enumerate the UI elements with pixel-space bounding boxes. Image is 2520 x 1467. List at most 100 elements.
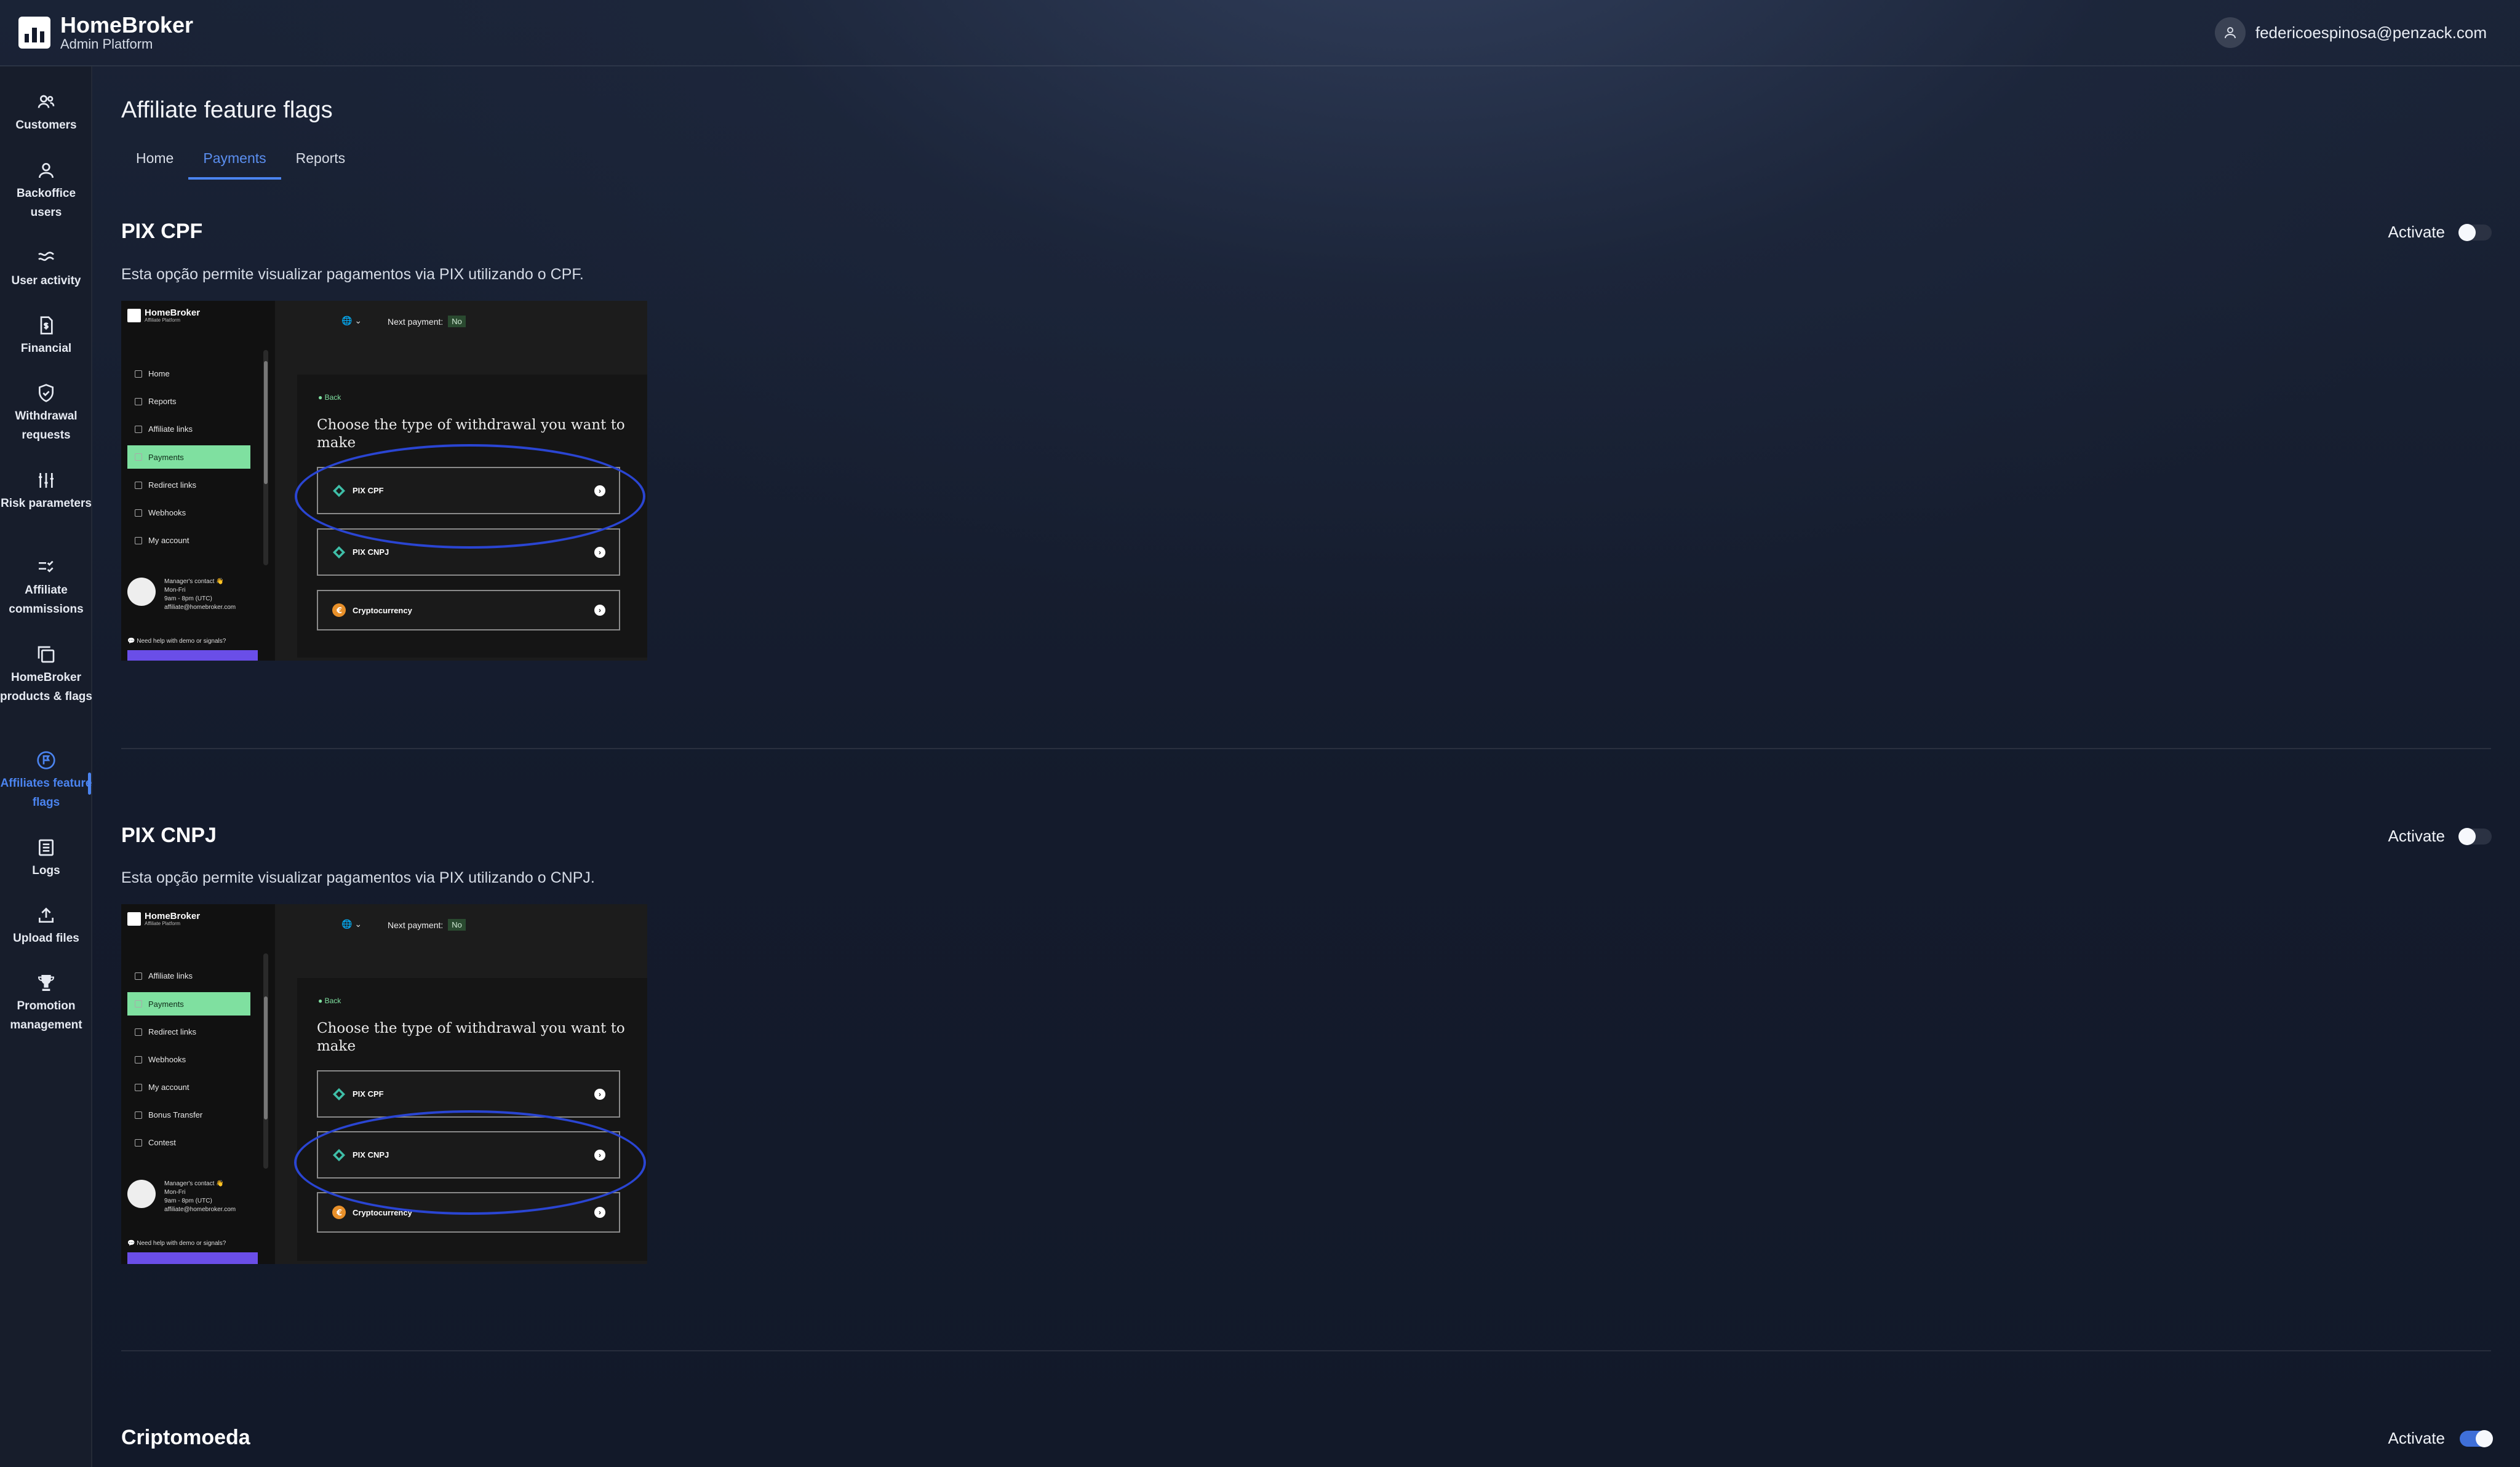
sidebar-item-label: User activity (11, 274, 81, 287)
preview-brand: HomeBroker (145, 911, 201, 921)
activate-label: Activate (2388, 223, 2446, 241)
dollar-document-icon (40, 316, 53, 335)
brand-subtitle: Admin Platform (60, 36, 153, 52)
activate-label: Activate (2388, 1429, 2446, 1447)
sidebar-item-promotion-management[interactable]: Promotion management (0, 973, 92, 1035)
sidebar-item-label: Withdrawal requests (15, 410, 78, 442)
sidebar-item-label: Customers (15, 119, 77, 132)
sidebar-item-affiliates-feature-flags[interactable]: Affiliates feature flags (0, 750, 92, 812)
sidebar-item-label: Affiliate commissions (9, 584, 84, 616)
active-indicator (88, 773, 91, 795)
pix-icon (333, 546, 345, 559)
preview-menu-item: Contest (127, 1129, 250, 1156)
preview-menu-item: My account (127, 527, 250, 554)
sidebar-item-label: Risk parameters (1, 497, 92, 510)
sidebar-item-label: Upload files (13, 932, 79, 945)
preview-image-pix-cpf: HomeBroker Affiliate Platform Home Report… (121, 301, 647, 661)
preview-image-pix-cnpj: HomeBroker Affiliate Platform Affiliate l… (121, 904, 647, 1264)
preview-menu-item: Home (127, 360, 250, 388)
preview-help: 💬 Need help with demo or signals? (127, 1240, 226, 1247)
highlight-ellipse (295, 444, 645, 549)
user-menu[interactable]: federicoespinosa@penzack.com (2214, 17, 2487, 48)
preview-menu-item: Reports (127, 388, 250, 415)
activate-toggle-pix-cnpj[interactable] (2458, 827, 2492, 845)
brand-logo-icon (127, 912, 141, 926)
sidebar: Customers Backoffice users User activity… (0, 66, 92, 1467)
preview-help-button (127, 1252, 258, 1264)
sidebar-item-homebroker-products[interactable]: HomeBroker products & flags (0, 645, 92, 706)
page-title: Affiliate feature flags (121, 97, 333, 123)
section-title-pix-cnpj: PIX CNPJ (121, 824, 217, 847)
preview-menu-item: Affiliate links (127, 415, 250, 443)
section-title-pix-cpf: PIX CPF (121, 220, 203, 243)
brand-logo-icon (127, 309, 141, 322)
brand[interactable]: HomeBroker Admin Platform (18, 14, 193, 52)
section-description: Esta opção permite visualizar pagamentos… (121, 266, 584, 283)
users-icon (38, 95, 55, 108)
sidebar-item-risk-parameters[interactable]: Risk parameters (0, 471, 92, 513)
preview-menu-item: Payments (127, 992, 250, 1016)
activate-label: Activate (2388, 827, 2446, 845)
pix-icon (333, 1087, 345, 1100)
preview-menu-item: Redirect links (127, 471, 250, 499)
tab-reports[interactable]: Reports (281, 141, 361, 180)
preview-menu-item: Webhooks (127, 1046, 250, 1073)
globe-icon: 🌐 ⌄ (341, 919, 362, 929)
preview-menu-item: Redirect links (127, 1018, 250, 1046)
tab-home[interactable]: Home (121, 141, 188, 180)
preview-contact: Manager's contact 👋 Mon-Fri 9am - 8pm (U… (127, 1180, 269, 1214)
highlight-ellipse (294, 1110, 646, 1215)
sidebar-item-label: Financial (20, 342, 72, 355)
preview-help: 💬 Need help with demo or signals? (127, 638, 226, 645)
activity-icon (38, 252, 54, 261)
preview-scrollbar (263, 953, 268, 1169)
activate-toggle-pix-cpf[interactable] (2458, 223, 2492, 241)
sidebar-item-user-activity[interactable]: User activity (0, 248, 92, 290)
preview-option-crypto: € Cryptocurrency › (317, 590, 620, 630)
sliders-icon (39, 473, 54, 488)
preview-menu-item: Webhooks (127, 499, 250, 527)
sidebar-item-label: Affiliates feature flags (0, 777, 92, 809)
sidebar-item-backoffice-users[interactable]: Backoffice users (0, 161, 92, 222)
sidebar-item-logs[interactable]: Logs (0, 838, 92, 880)
preview-menu-item: Bonus Transfer (127, 1101, 250, 1129)
preview-next-payment: Next payment: No (388, 316, 466, 327)
svg-text:€: € (336, 606, 342, 616)
crypto-icon: € (332, 603, 346, 617)
brand-logo-icon (18, 17, 50, 49)
tab-bar: Home Payments Reports (121, 141, 360, 180)
user-icon (2214, 17, 2246, 48)
sidebar-item-customers[interactable]: Customers (0, 92, 92, 135)
preview-scrollbar (263, 350, 268, 565)
sidebar-item-label: HomeBroker products & flags (0, 671, 92, 703)
sidebar-item-label: Promotion management (10, 1000, 82, 1032)
tab-payments[interactable]: Payments (188, 141, 281, 180)
sidebar-item-financial[interactable]: Financial (0, 316, 92, 358)
section-title-criptomoeda: Criptomoeda (121, 1426, 250, 1449)
top-header: HomeBroker Admin Platform federicoespino… (0, 0, 2520, 66)
activate-control-pix-cpf: Activate (2388, 223, 2492, 242)
section-divider (121, 748, 2491, 749)
preview-back: ● Back (318, 393, 341, 402)
globe-icon: 🌐 ⌄ (341, 316, 362, 325)
brand-name: HomeBroker (60, 12, 194, 38)
sidebar-item-withdrawal-requests[interactable]: Withdrawal requests (0, 383, 92, 445)
sidebar-item-label: Logs (32, 864, 60, 877)
preview-menu-item: My account (127, 1073, 250, 1101)
sidebar-item-upload-files[interactable]: Upload files (0, 905, 92, 948)
section-description: Esta opção permite visualizar pagamentos… (121, 869, 595, 886)
upload-icon (39, 907, 54, 923)
avatar (127, 578, 156, 606)
sidebar-item-affiliate-commissions[interactable]: Affiliate commissions (0, 557, 92, 619)
copy-icon (38, 646, 55, 663)
crypto-icon: € (332, 1206, 346, 1219)
trophy-icon (38, 975, 55, 991)
preview-back: ● Back (318, 996, 341, 1005)
activate-control-criptomoeda: Activate (2388, 1429, 2493, 1448)
list-icon (39, 839, 54, 856)
preview-menu-item: Payments (127, 445, 250, 469)
activate-toggle-criptomoeda[interactable] (2460, 1429, 2493, 1447)
sidebar-item-label: Backoffice users (16, 187, 76, 219)
svg-text:€: € (336, 1209, 342, 1218)
preview-brand: HomeBroker (145, 308, 201, 318)
